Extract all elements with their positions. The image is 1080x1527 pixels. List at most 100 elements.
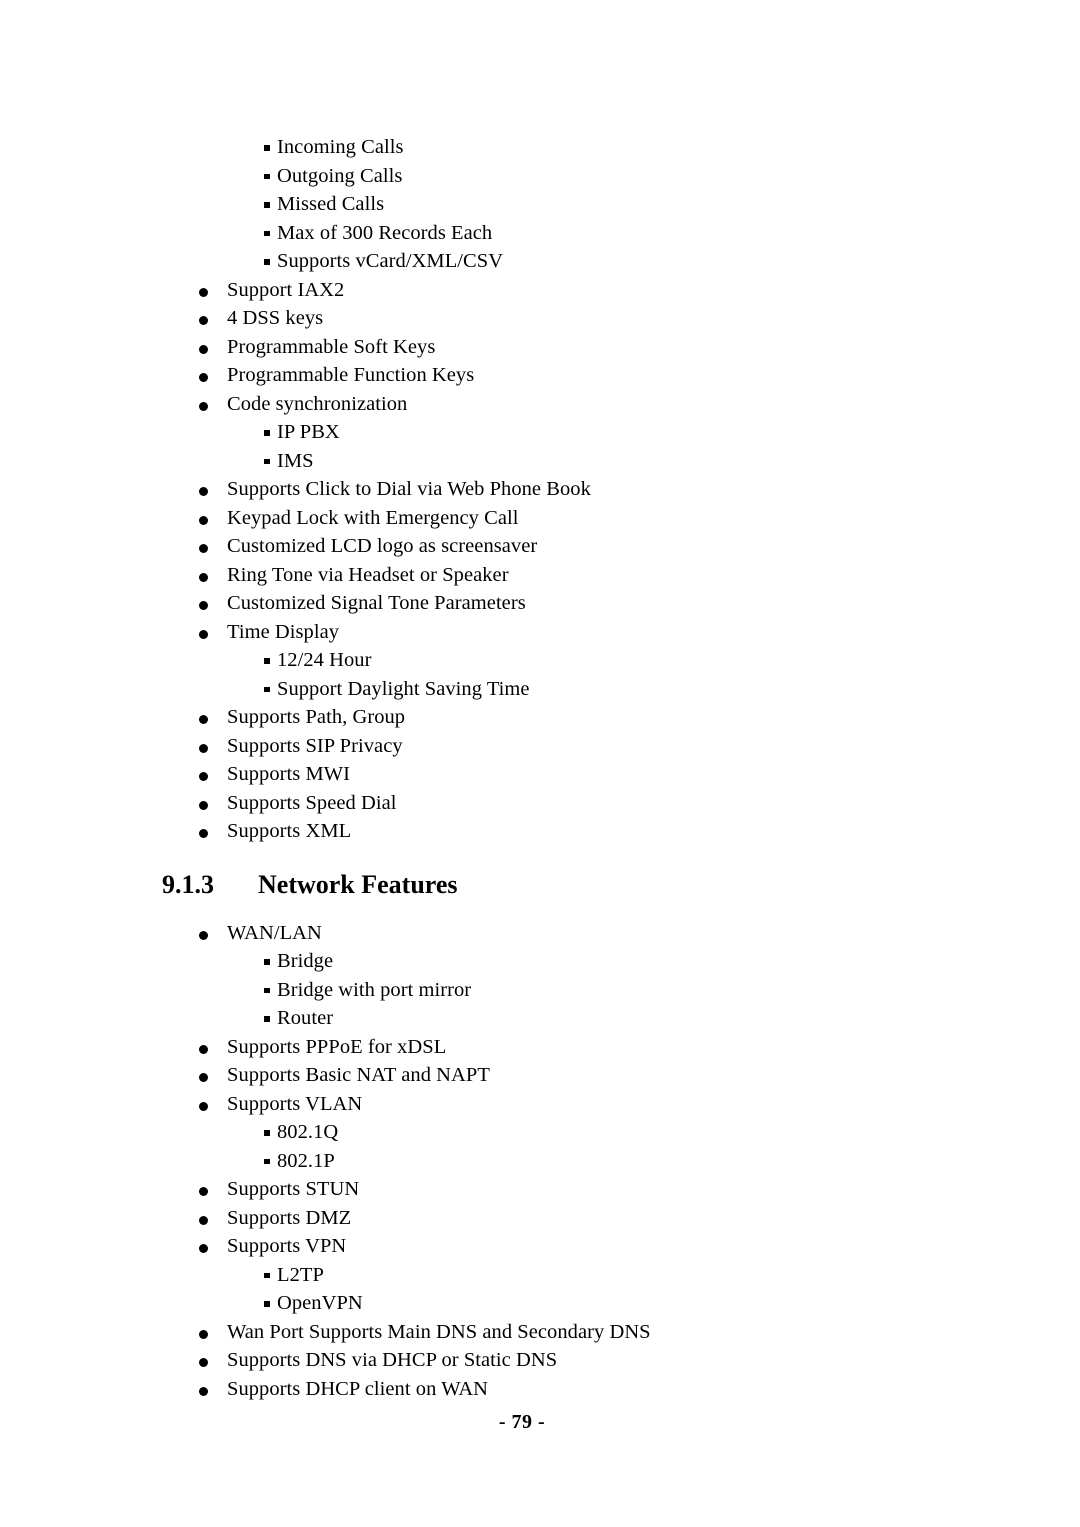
list-item: Router: [0, 1004, 1080, 1033]
list-item: WAN/LAN: [0, 919, 1080, 948]
list-item: Missed Calls: [0, 190, 1080, 219]
section-title: Network Features: [258, 869, 458, 899]
list-item-label: Supports Basic NAT and NAPT: [227, 1064, 490, 1086]
round-bullet-icon: [199, 316, 208, 325]
feature-list-network: WAN/LAN Bridge Bridge with port mirror Rout…: [0, 919, 1080, 1404]
round-bullet-icon: [199, 1073, 208, 1082]
round-bullet-icon: [199, 401, 208, 411]
list-item: IP PBX: [0, 418, 1080, 447]
list-item-label: IP PBX: [277, 421, 340, 443]
round-bullet-icon: [199, 1044, 208, 1054]
round-bullet-icon: [199, 1215, 208, 1225]
square-bullet-icon: [264, 145, 270, 151]
round-bullet-icon: [199, 287, 208, 297]
round-bullet-icon: [199, 344, 208, 354]
square-bullet-icon: [264, 173, 270, 179]
round-bullet-icon: [199, 1329, 208, 1339]
page-number: - 79 -: [498, 1411, 546, 1433]
round-bullet-icon: [199, 572, 208, 582]
list-item-label: Keypad Lock with Emergency Call: [227, 506, 519, 529]
list-item: Code synchronization: [0, 390, 1080, 419]
square-bullet-icon: [264, 686, 270, 692]
heading-top-spacer: [0, 846, 1080, 868]
list-item-label: Supports MWI: [227, 763, 351, 785]
square-bullet-icon: [264, 1016, 270, 1022]
round-bullet-icon: [199, 373, 208, 382]
list-item-label: WAN/LAN: [227, 921, 322, 944]
list-item: Programmable Function Keys: [0, 361, 1080, 390]
feature-list-continued: Incoming Calls Outgoing Calls Missed Calls…: [0, 133, 1080, 846]
square-bullet-icon: [264, 202, 270, 208]
list-item-label: Supports SIP Privacy: [227, 734, 403, 757]
square-bullet-icon: [264, 1130, 270, 1136]
list-item-label: Supports DNS via DHCP or Static DNS: [227, 1349, 558, 1371]
round-bullet-icon: [199, 743, 208, 753]
square-bullet-icon: [264, 959, 270, 965]
list-item-label: Supports Speed Dial: [227, 791, 397, 814]
list-item: Supports Path, Group: [0, 703, 1080, 732]
square-bullet-icon: [264, 259, 270, 265]
list-item-label: Support IAX2: [227, 278, 345, 301]
round-bullet-icon: [199, 800, 208, 810]
list-item: Bridge: [0, 947, 1080, 976]
round-bullet-icon: [199, 930, 208, 940]
list-item-label: Outgoing Calls: [277, 164, 403, 187]
list-item-label: Programmable Soft Keys: [227, 335, 436, 358]
list-item-label: Ring Tone via Headset or Speaker: [227, 563, 509, 586]
square-bullet-icon: [264, 658, 270, 664]
list-item: Support Daylight Saving Time: [0, 675, 1080, 704]
list-item: Max of 300 Records Each: [0, 219, 1080, 248]
round-bullet-icon: [199, 829, 208, 838]
list-item-label: L2TP: [277, 1263, 324, 1286]
list-item: 4 DSS keys: [0, 304, 1080, 333]
list-item: 12/24 Hour: [0, 646, 1080, 675]
round-bullet-icon: [199, 487, 208, 496]
list-item: Supports XML: [0, 817, 1080, 846]
list-item-label: Supports DHCP client on WAN: [227, 1377, 489, 1400]
list-item: Incoming Calls: [0, 133, 1080, 162]
list-item: Keypad Lock with Emergency Call: [0, 504, 1080, 533]
round-bullet-icon: [199, 1358, 208, 1367]
round-bullet-icon: [199, 601, 208, 610]
section-heading: 9.1.3 Network Features: [0, 868, 1080, 902]
list-item: Supports vCard/XML/CSV: [0, 247, 1080, 276]
round-bullet-icon: [199, 629, 208, 639]
list-item: Customized Signal Tone Parameters: [0, 589, 1080, 618]
list-item-label: Supports vCard/XML/CSV: [277, 250, 504, 272]
list-item-label: Support Daylight Saving Time: [277, 677, 530, 700]
list-item: Supports Speed Dial: [0, 789, 1080, 818]
square-bullet-icon: [264, 1301, 270, 1307]
page-content: Incoming Calls Outgoing Calls Missed Calls…: [0, 0, 1080, 1403]
square-bullet-icon: [264, 987, 270, 993]
list-item: Supports SIP Privacy: [0, 732, 1080, 761]
list-item: Supports DHCP client on WAN: [0, 1375, 1080, 1404]
list-item-label: 4 DSS keys: [227, 307, 324, 329]
list-item: L2TP: [0, 1261, 1080, 1290]
list-item-label: Max of 300 Records Each: [277, 221, 493, 244]
list-item-label: Programmable Function Keys: [227, 364, 475, 386]
list-item: Supports DNS via DHCP or Static DNS: [0, 1346, 1080, 1375]
list-item-label: Bridge with port mirror: [277, 978, 472, 1001]
square-bullet-icon: [264, 458, 270, 464]
square-bullet-icon: [264, 430, 270, 436]
list-item: IMS: [0, 447, 1080, 476]
list-item-label: Supports Path, Group: [227, 706, 406, 728]
list-item: Supports Basic NAT and NAPT: [0, 1061, 1080, 1090]
round-bullet-icon: [199, 772, 208, 781]
list-item-label: Bridge: [277, 950, 334, 972]
list-item-label: Supports XML: [227, 820, 352, 842]
list-item-label: Supports DMZ: [227, 1206, 352, 1229]
round-bullet-icon: [199, 544, 208, 553]
list-item: Supports Click to Dial via Web Phone Boo…: [0, 475, 1080, 504]
list-item-label: 12/24 Hour: [277, 649, 372, 671]
list-item-label: Supports PPPoE for xDSL: [227, 1035, 447, 1058]
list-item: Wan Port Supports Main DNS and Secondary…: [0, 1318, 1080, 1347]
list-item-label: Customized Signal Tone Parameters: [227, 592, 526, 614]
list-item: Bridge with port mirror: [0, 976, 1080, 1005]
list-item-label: OpenVPN: [277, 1292, 363, 1314]
list-item-label: Time Display: [227, 620, 340, 643]
list-item: 802.1Q: [0, 1118, 1080, 1147]
round-bullet-icon: [199, 715, 208, 724]
list-item-label: Wan Port Supports Main DNS and Secondary…: [227, 1320, 651, 1343]
list-item-label: 802.1P: [277, 1149, 335, 1172]
